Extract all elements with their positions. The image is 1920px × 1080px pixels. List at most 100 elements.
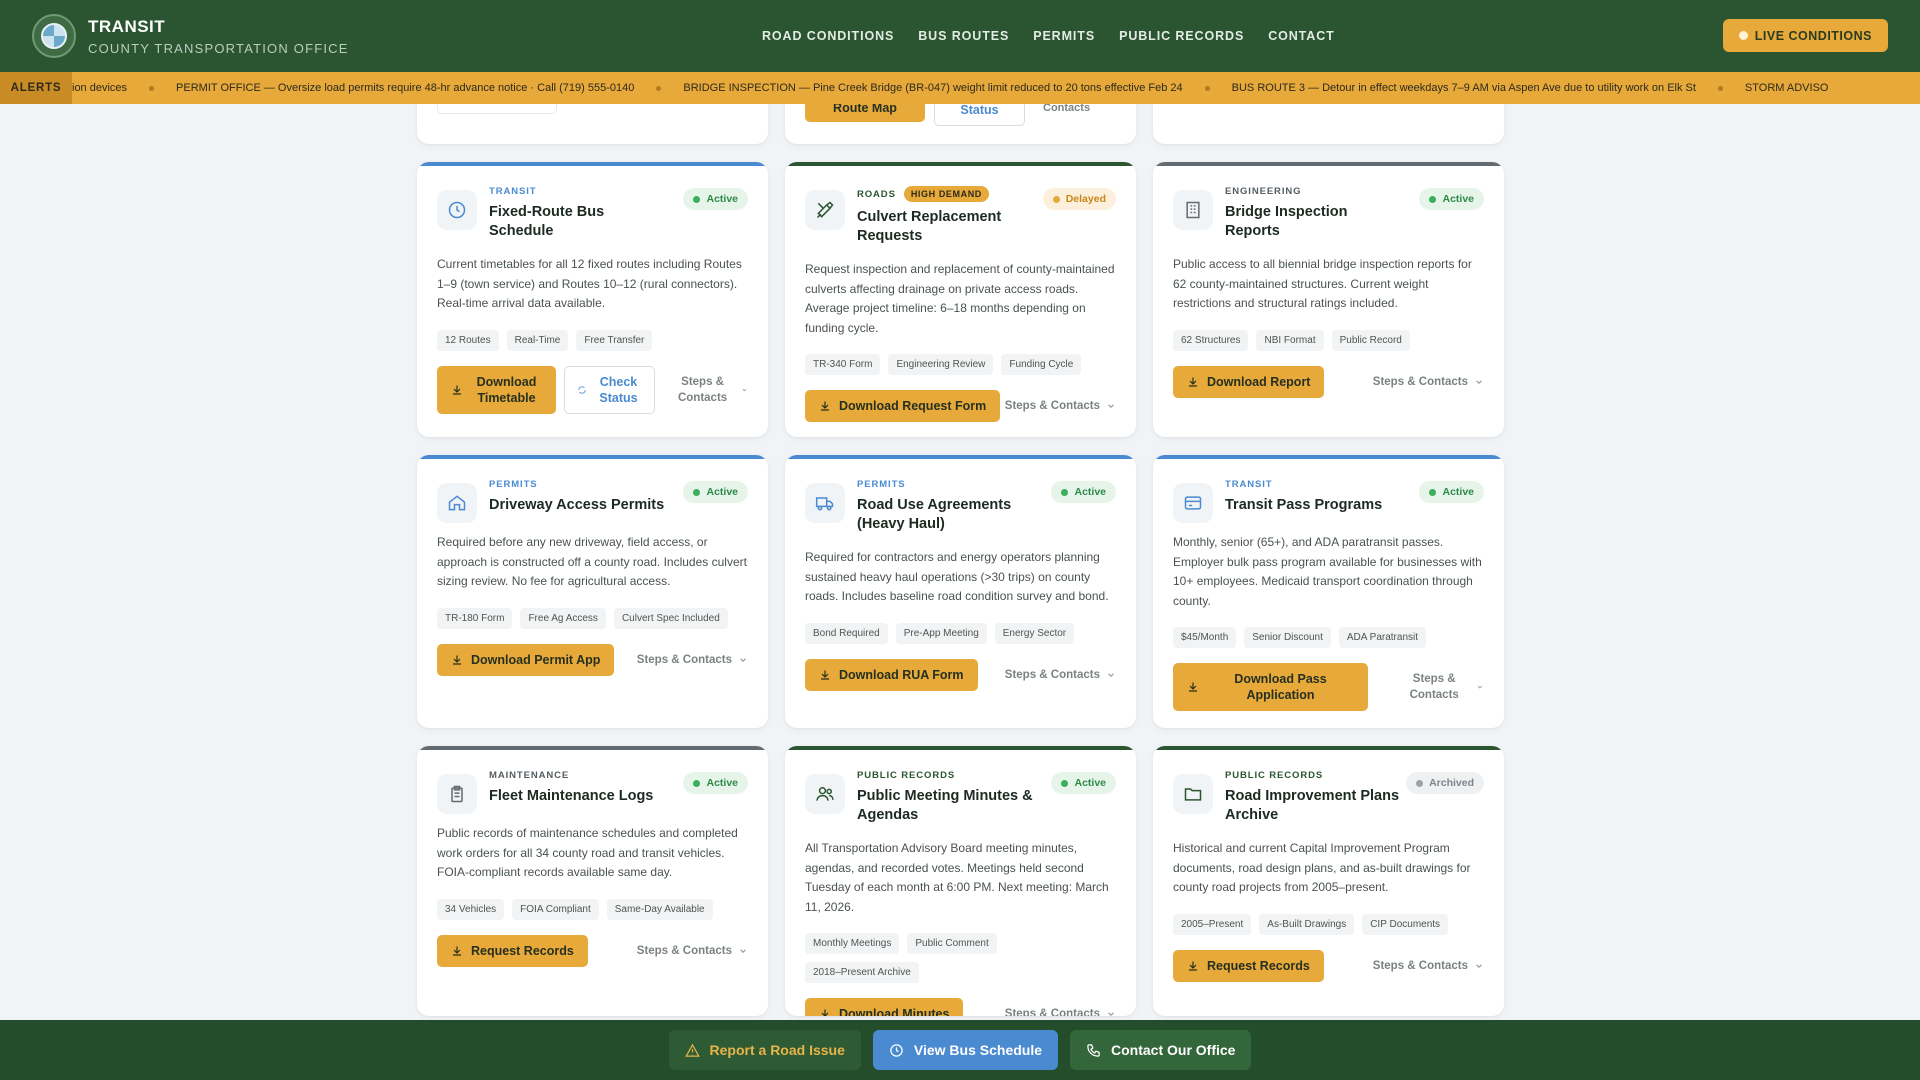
chevron-down-icon [742, 388, 747, 391]
nav-bus-routes[interactable]: BUS ROUTES [918, 29, 1009, 43]
tag: Monthly Meetings [805, 933, 900, 954]
card-description: All Transportation Advisory Board meetin… [805, 841, 1109, 914]
clock-icon [890, 1043, 903, 1057]
brand-subtitle: COUNTY TRANSPORTATION OFFICE [88, 40, 349, 56]
download-icon [1189, 961, 1197, 971]
nav-contact[interactable]: CONTACT [1268, 29, 1334, 43]
steps-contacts-toggle[interactable]: Steps & Contacts [1005, 1006, 1116, 1016]
card-category: ROADS [857, 188, 896, 200]
building-icon [1173, 190, 1213, 230]
tag: 2018–Present Archive [805, 962, 919, 983]
tag: 12 Routes [437, 329, 499, 351]
home-icon [437, 483, 477, 523]
tag: 62 Structures [1173, 329, 1249, 351]
tag: Pre-App Meeting [895, 622, 987, 644]
request-records-button[interactable]: Request Records [437, 934, 588, 967]
tag: $45/Month [1173, 627, 1237, 648]
alert-item[interactable]: BRIDGE INSPECTION — Pine Creek Bridge (B… [661, 82, 1204, 94]
steps-contacts-toggle[interactable]: Steps & Contacts [637, 943, 748, 959]
download-icon [1189, 682, 1197, 692]
clock-icon [437, 190, 477, 230]
credit-card-icon [1173, 483, 1213, 523]
service-card: PUBLIC RECORDS Public Meeting Minutes & … [785, 746, 1136, 1016]
live-conditions-button[interactable]: LIVE CONDITIONS [1722, 19, 1888, 52]
status-badge: Active [1051, 772, 1116, 794]
refresh-icon [578, 385, 586, 394]
download-pass-application-button[interactable]: Download Pass Application [1173, 663, 1368, 711]
card-category: PERMITS [489, 479, 538, 490]
view-bus-schedule-button[interactable]: View Bus Schedule [872, 1030, 1059, 1070]
site-header: TRANSIT COUNTY TRANSPORTATION OFFICE ROA… [0, 0, 1920, 72]
steps-contacts-toggle[interactable]: Steps & Contacts [670, 374, 748, 406]
tag: As-Built Drawings [1259, 913, 1355, 935]
nav-public-records[interactable]: PUBLIC RECORDS [1119, 29, 1244, 43]
tag: Senior Discount [1244, 627, 1331, 648]
download-icon [821, 1009, 829, 1016]
download-permit-app-button[interactable]: Download Permit App [437, 643, 615, 676]
alert-item[interactable]: STORM ADVISO [1723, 82, 1851, 94]
bottom-action-bar: Report a Road Issue View Bus Schedule Co… [0, 1020, 1920, 1080]
tag: Energy Sector [994, 622, 1075, 644]
nav-road-conditions[interactable]: ROAD CONDITIONS [762, 29, 894, 43]
tag: TR-340 Form [805, 354, 881, 375]
download-icon [453, 655, 461, 665]
download-rua-form-button[interactable]: Download RUA Form [805, 658, 978, 691]
contact-office-button[interactable]: Contact Our Office [1070, 1030, 1252, 1070]
card-category: ENGINEERING [1225, 186, 1302, 197]
card-category: PERMITS [857, 479, 906, 490]
alerts-label: ALERTS [0, 72, 72, 104]
tag: Culvert Spec Included [613, 607, 728, 629]
alert-item[interactable]: PERMIT OFFICE — Oversize load permits re… [154, 82, 656, 94]
steps-contacts-toggle[interactable]: Steps & Contacts [1373, 374, 1484, 390]
card-description: Monthly, senior (65+), and ADA paratrans… [1173, 535, 1482, 608]
chevron-down-icon [740, 657, 746, 662]
brand-title: TRANSIT [88, 16, 166, 36]
brand: TRANSIT COUNTY TRANSPORTATION OFFICE [88, 17, 349, 56]
tag: FOIA Compliant [512, 898, 599, 920]
download-icon [1189, 377, 1197, 387]
service-card: PERMITS Road Use Agreements (Heavy Haul)… [785, 455, 1136, 728]
report-road-issue-button[interactable]: Report a Road Issue [668, 1030, 861, 1070]
steps-contacts-toggle[interactable]: Steps & Contacts [1005, 667, 1116, 683]
service-card: ROADS HIGH DEMAND Culvert Replacement Re… [785, 162, 1136, 437]
download-report-button[interactable]: Download Report [1173, 365, 1325, 398]
live-conditions-label: LIVE CONDITIONS [1754, 28, 1872, 43]
service-card: TRANSIT Fixed-Route Bus Schedule Active … [417, 162, 768, 437]
download-timetable-button[interactable]: Download Timetable [437, 365, 556, 414]
status-badge: Delayed [1042, 188, 1116, 210]
warning-icon [684, 1043, 700, 1057]
download-minutes-button[interactable]: Download Minutes [805, 998, 964, 1016]
card-description: Required for contractors and energy oper… [805, 550, 1109, 603]
card-description: Public records of maintenance schedules … [437, 826, 738, 879]
service-card: TRANSIT Transit Pass Programs Active Mon… [1153, 455, 1504, 728]
nav-permits[interactable]: PERMITS [1033, 29, 1095, 43]
alert-item[interactable]: ion devices [72, 82, 149, 94]
main-nav: ROAD CONDITIONS BUS ROUTES PERMITS PUBLI… [762, 0, 1335, 72]
tag: Public Comment [907, 933, 997, 954]
service-card: MAINTENANCE Fleet Maintenance Logs Activ… [417, 746, 768, 1016]
steps-contacts-toggle[interactable]: Steps & Contacts [1398, 671, 1484, 703]
steps-contacts-toggle[interactable]: Steps & Contacts [637, 652, 748, 668]
card-category: PUBLIC RECORDS [857, 770, 956, 781]
steps-contacts-toggle[interactable]: Steps & Contacts [1005, 398, 1116, 414]
status-badge: Active [1419, 481, 1484, 503]
download-request-form-button[interactable]: Download Request Form [805, 390, 1001, 422]
high-demand-badge: HIGH DEMAND [903, 186, 989, 202]
card-title: Culvert Replacement Requests [857, 209, 1002, 244]
transit-logo-icon[interactable] [32, 14, 76, 58]
card-description: Public access to all biennial bridge ins… [1173, 257, 1472, 310]
truck-icon [805, 483, 845, 523]
status-badge: Active [1051, 481, 1116, 503]
status-badge: Active [683, 188, 748, 210]
check-status-button[interactable]: Check Status [564, 365, 655, 414]
tag: Bond Required [805, 622, 888, 644]
alerts-ticker: ion devices PERMIT OFFICE — Oversize loa… [72, 82, 1850, 94]
card-category: TRANSIT [1225, 479, 1273, 490]
phone-icon [1087, 1043, 1100, 1057]
request-records-button[interactable]: Request Records [1173, 949, 1324, 982]
chevron-down-icon [1108, 1012, 1114, 1016]
steps-contacts-toggle[interactable]: Steps & Contacts [1373, 958, 1484, 974]
card-category: TRANSIT [489, 186, 537, 197]
alert-item[interactable]: BUS ROUTE 3 — Detour in effect weekdays … [1210, 82, 1718, 94]
tag: Free Transfer [576, 329, 653, 351]
